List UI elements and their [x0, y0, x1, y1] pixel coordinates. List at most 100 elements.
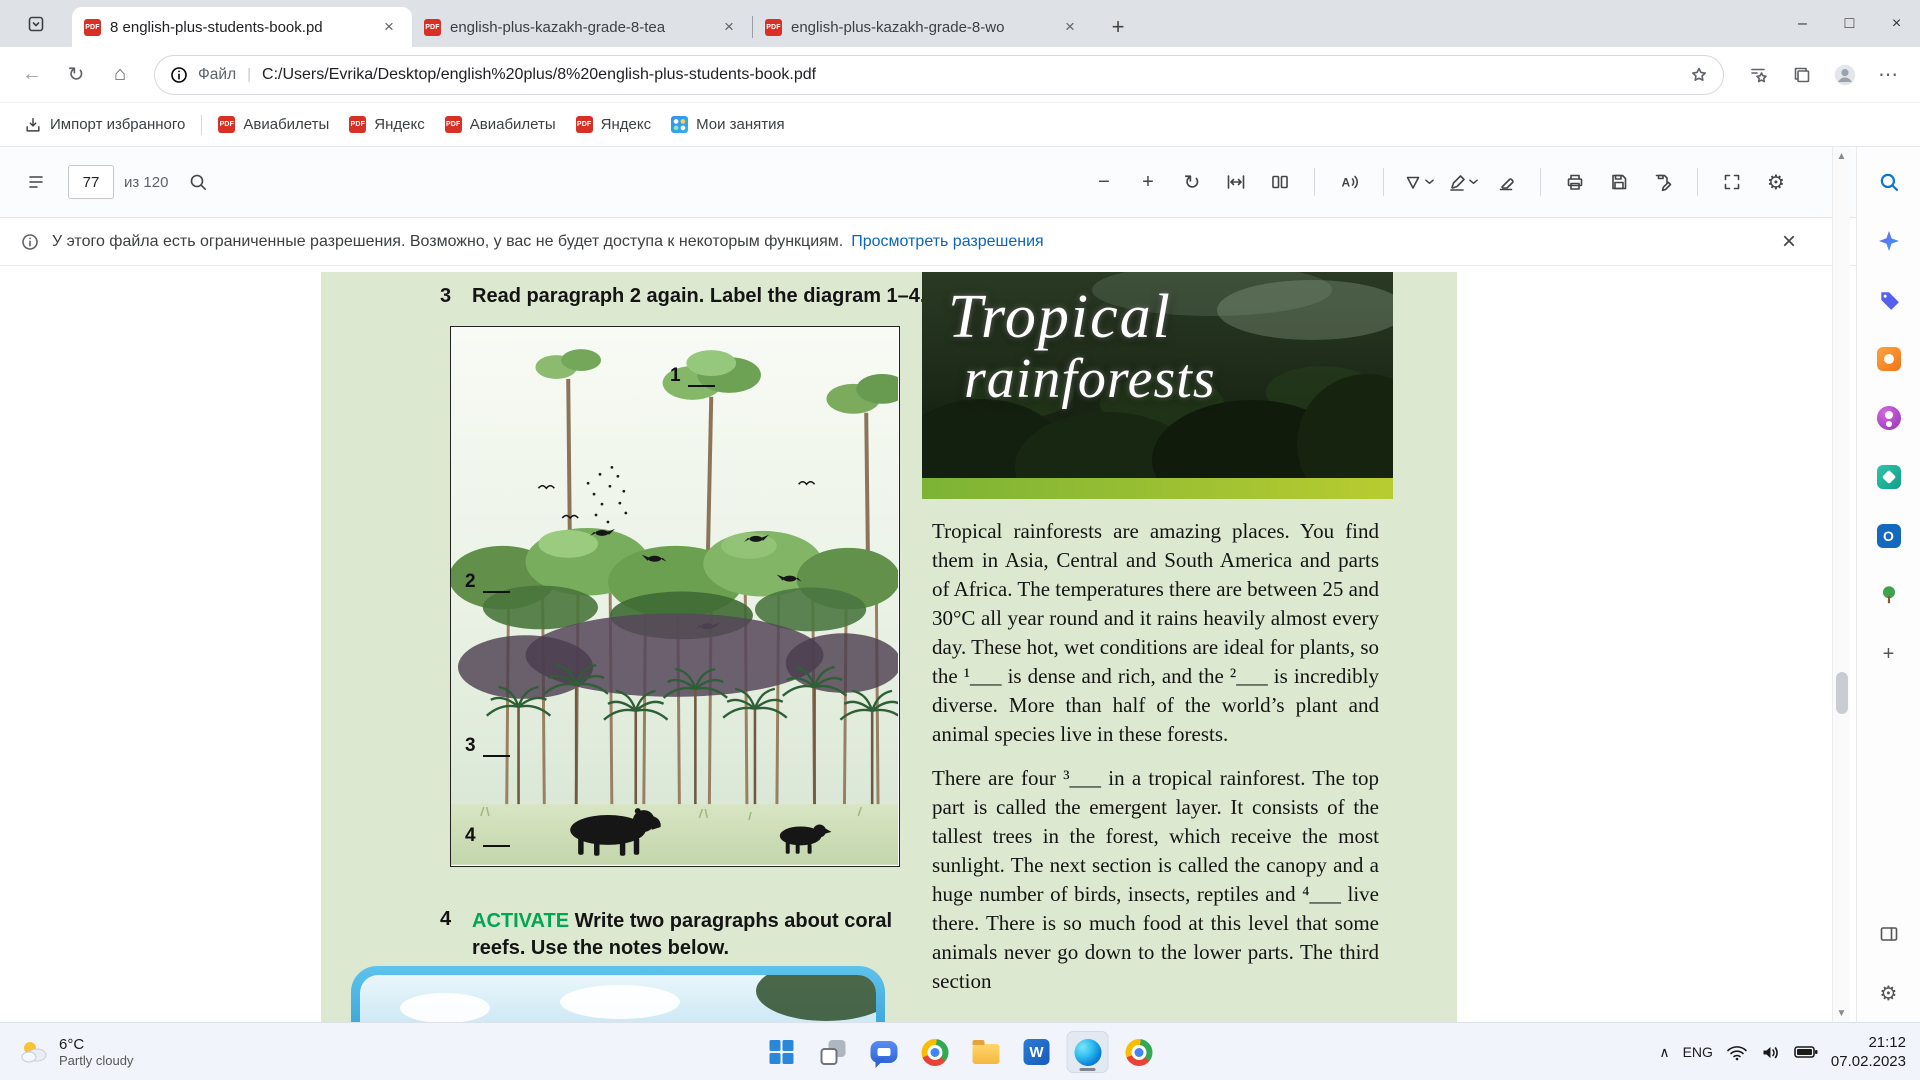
- article-title: Tropical rainforests: [948, 284, 1216, 408]
- erase-button[interactable]: [1488, 164, 1524, 200]
- page-view-button[interactable]: [1262, 164, 1298, 200]
- tab-close-icon[interactable]: ×: [378, 16, 400, 38]
- tab-workbook[interactable]: PDF english-plus-kazakh-grade-8-wo ×: [753, 7, 1093, 47]
- search-document-button[interactable]: [180, 164, 216, 200]
- tab-teacher-book[interactable]: PDF english-plus-kazakh-grade-8-tea ×: [412, 7, 752, 47]
- edge-button[interactable]: [1067, 1031, 1109, 1073]
- sidebar-grow-button[interactable]: [1874, 580, 1904, 610]
- close-window-button[interactable]: ×: [1873, 0, 1920, 47]
- sidebar-panel-button[interactable]: [1874, 919, 1904, 949]
- url-separator: |: [247, 66, 251, 83]
- fullscreen-icon: [1722, 172, 1742, 192]
- refresh-button[interactable]: ↻: [55, 55, 97, 95]
- collections-button[interactable]: [1781, 55, 1823, 95]
- sidebar-games-button[interactable]: [1874, 344, 1904, 374]
- profile-button[interactable]: [1824, 55, 1866, 95]
- weather-widget[interactable]: 6°C Partly cloudy: [8, 1023, 143, 1080]
- designer-icon: [1877, 465, 1901, 489]
- minimize-button[interactable]: –: [1779, 0, 1826, 47]
- toc-button[interactable]: [18, 164, 54, 200]
- browser-menu-button[interactable]: ⋯: [1867, 55, 1909, 95]
- fit-width-button[interactable]: [1218, 164, 1254, 200]
- save-as-button[interactable]: [1645, 164, 1681, 200]
- draw-button[interactable]: [1400, 164, 1436, 200]
- chrome-button[interactable]: [914, 1031, 956, 1073]
- pdf-settings-button[interactable]: ⚙: [1758, 164, 1794, 200]
- word-button[interactable]: W: [1016, 1031, 1058, 1073]
- search-icon: [1878, 171, 1900, 193]
- diagram-label-4: 4: [465, 825, 510, 847]
- clock[interactable]: 21:12 07.02.2023: [1831, 1033, 1906, 1071]
- task-view-button[interactable]: [812, 1031, 854, 1073]
- home-button[interactable]: ⌂: [99, 55, 141, 95]
- wifi-button[interactable]: [1726, 1044, 1748, 1061]
- sidebar-outlook-button[interactable]: O: [1874, 521, 1904, 551]
- bookmark-my-classes[interactable]: Мои занятия: [661, 110, 795, 139]
- sidebar-designer-button[interactable]: [1874, 462, 1904, 492]
- sidebar-add-button[interactable]: +: [1874, 639, 1904, 669]
- highlight-button[interactable]: [1444, 164, 1480, 200]
- maximize-button[interactable]: □: [1826, 0, 1873, 47]
- new-tab-button[interactable]: +: [1103, 12, 1133, 42]
- tab-close-icon[interactable]: ×: [1059, 16, 1081, 38]
- exercise-instruction: ACTIVATE Write two paragraphs about cora…: [472, 908, 912, 962]
- sidebar-shopping-button[interactable]: [1874, 285, 1904, 315]
- rotate-button[interactable]: ↻: [1174, 164, 1210, 200]
- hidden-icons-chevron[interactable]: ∧: [1659, 1044, 1669, 1061]
- url-scheme-label: Файл: [198, 66, 236, 84]
- edge-sidebar: O + ⚙: [1856, 147, 1920, 1022]
- info-icon[interactable]: [169, 65, 189, 85]
- document-viewport[interactable]: 3 Read paragraph 2 again. Label the diag…: [0, 266, 1856, 1022]
- article-title-line1: Tropical: [948, 284, 1216, 350]
- exercise-4: 4 ACTIVATE Write two paragraphs about co…: [440, 908, 912, 962]
- bookmark-item[interactable]: PDF Авиабилеты: [435, 110, 566, 139]
- pdf-scrollbar[interactable]: ▲ ▼: [1832, 147, 1850, 1022]
- chat-button[interactable]: [863, 1031, 905, 1073]
- tab-title: 8 english-plus-students-book.pd: [110, 19, 369, 36]
- pdf-file-icon: PDF: [424, 19, 441, 36]
- sidebar-settings-button[interactable]: ⚙: [1874, 978, 1904, 1008]
- zoom-out-button[interactable]: −: [1086, 164, 1122, 200]
- pdf-file-icon: PDF: [349, 116, 366, 133]
- scroll-down-arrow[interactable]: ▼: [1833, 1004, 1850, 1022]
- favorites-button[interactable]: [1737, 55, 1779, 95]
- battery-button[interactable]: [1794, 1045, 1818, 1059]
- read-aloud-button[interactable]: A: [1331, 164, 1367, 200]
- permissions-notification-bar: У этого файла есть ограниченные разрешен…: [0, 218, 1856, 266]
- sidebar-people-button[interactable]: [1874, 403, 1904, 433]
- wifi-icon: [1726, 1044, 1748, 1061]
- view-permissions-link[interactable]: Просмотреть разрешения: [851, 233, 1043, 251]
- tab-close-icon[interactable]: ×: [718, 16, 740, 38]
- add-favorite-icon[interactable]: [1689, 65, 1709, 85]
- scroll-up-arrow[interactable]: ▲: [1833, 147, 1850, 165]
- url-field[interactable]: Файл | C:/Users/Evrika/Desktop/english%2…: [154, 55, 1724, 95]
- article-paragraph-1: Tropical rainforests are amazing places.…: [932, 517, 1379, 749]
- start-button[interactable]: [761, 1031, 803, 1073]
- sidebar-search-button[interactable]: [1874, 167, 1904, 197]
- volume-button[interactable]: [1761, 1044, 1781, 1061]
- back-button[interactable]: ←: [11, 55, 53, 95]
- import-favorites-icon: [24, 116, 42, 134]
- bookmark-item[interactable]: PDF Яндекс: [566, 110, 661, 139]
- save-button[interactable]: [1601, 164, 1637, 200]
- language-indicator[interactable]: ENG: [1683, 1044, 1713, 1060]
- notification-close-icon[interactable]: ×: [1782, 230, 1796, 254]
- tab-students-book[interactable]: PDF 8 english-plus-students-book.pd ×: [72, 7, 412, 47]
- tab-actions-button[interactable]: [22, 10, 50, 38]
- sidebar-copilot-button[interactable]: [1874, 226, 1904, 256]
- bookmark-import-favorites[interactable]: Импорт избранного: [14, 110, 195, 140]
- save-as-icon: [1653, 172, 1673, 192]
- browser-profile-button[interactable]: [1118, 1031, 1160, 1073]
- fullscreen-button[interactable]: [1714, 164, 1750, 200]
- url-text: C:/Users/Evrika/Desktop/english%20plus/8…: [262, 66, 816, 84]
- bookmark-item[interactable]: PDF Авиабилеты: [208, 110, 339, 139]
- scrollbar-thumb[interactable]: [1836, 672, 1848, 714]
- pdf-file-icon: PDF: [84, 19, 101, 36]
- file-explorer-button[interactable]: [965, 1031, 1007, 1073]
- highlighter-icon: [1447, 172, 1467, 192]
- page-number-input[interactable]: [68, 165, 114, 199]
- bookmark-item[interactable]: PDF Яндекс: [339, 110, 434, 139]
- toc-icon: [26, 172, 46, 192]
- print-button[interactable]: [1557, 164, 1593, 200]
- zoom-in-button[interactable]: +: [1130, 164, 1166, 200]
